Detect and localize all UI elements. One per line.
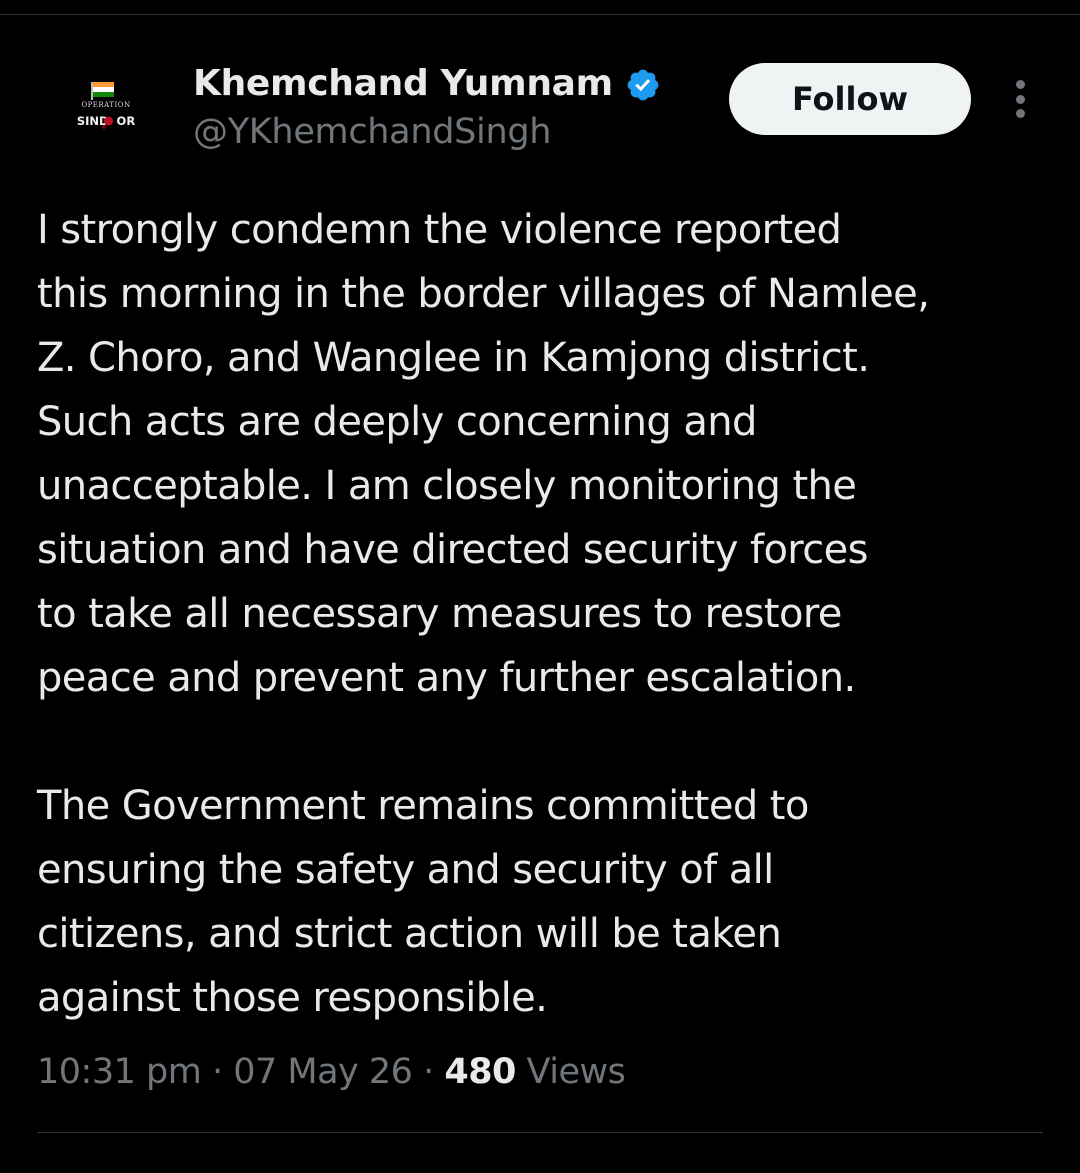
author-display-name[interactable]: Khemchand Yumnam xyxy=(193,58,613,110)
tweet-time[interactable]: 10:31 pm xyxy=(37,1052,202,1092)
tweet-body: I strongly condemn the violence reported… xyxy=(37,198,1047,1030)
more-dot xyxy=(1015,94,1025,104)
top-divider xyxy=(0,14,1080,15)
verified-badge-icon[interactable] xyxy=(625,67,661,103)
views-label: Views xyxy=(526,1052,626,1092)
author-handle[interactable]: @YKhemchandSingh xyxy=(193,108,551,156)
meta-separator: · xyxy=(423,1052,434,1092)
more-dot xyxy=(1015,109,1025,118)
tweet-date[interactable]: 07 May 26 xyxy=(233,1052,413,1092)
more-dot xyxy=(1015,80,1025,89)
more-vertical-icon[interactable] xyxy=(1000,74,1040,124)
tweet-paragraph: The Government remains committed to ensu… xyxy=(37,783,809,1021)
tweet-paragraph: I strongly condemn the violence reported… xyxy=(37,207,930,701)
bottom-divider xyxy=(37,1132,1043,1133)
operation-sindoor-logo-icon: OPERATION SIND OR xyxy=(77,82,135,129)
follow-button[interactable]: Follow xyxy=(729,63,971,135)
tweet-meta: 10:31 pm · 07 May 26 · 480 Views xyxy=(37,1046,626,1098)
views-count[interactable]: 480 xyxy=(444,1052,516,1092)
meta-separator: · xyxy=(211,1052,223,1092)
author-name-row: Khemchand Yumnam xyxy=(193,58,661,110)
avatar-line1: OPERATION xyxy=(81,101,130,109)
avatar[interactable]: OPERATION SIND OR xyxy=(46,62,166,182)
